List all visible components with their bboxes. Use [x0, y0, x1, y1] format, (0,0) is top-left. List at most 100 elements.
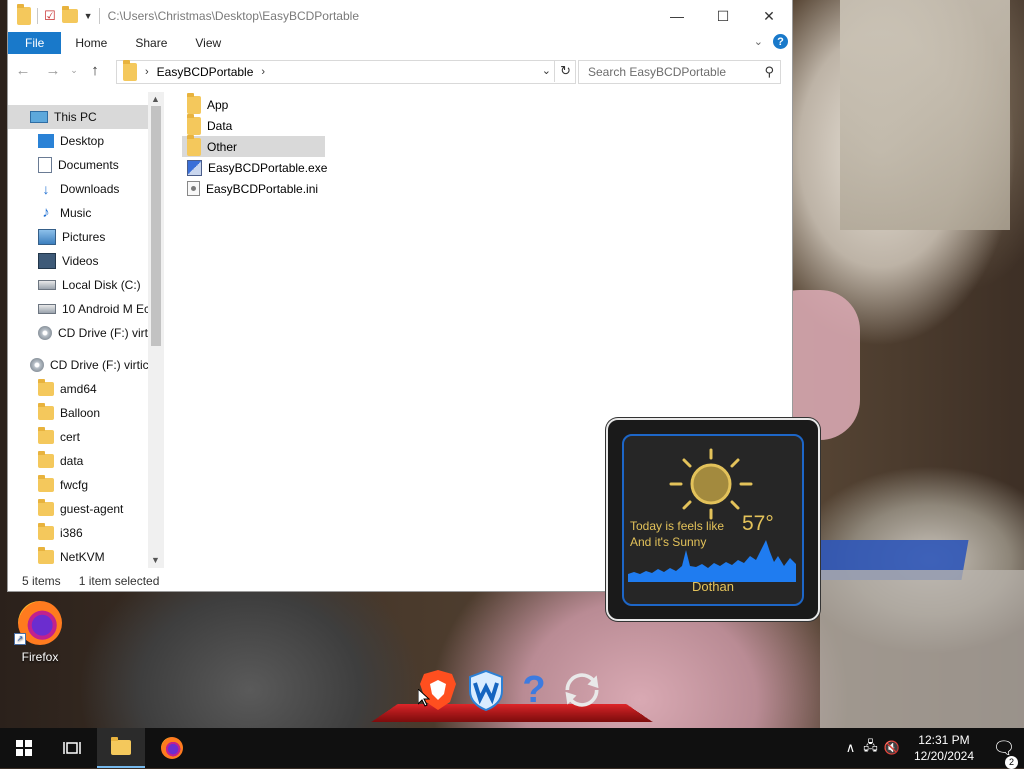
tab-share[interactable]: Share [121, 32, 181, 54]
up-icon[interactable]: ↑ [80, 62, 110, 79]
nav-item-pictures[interactable]: Pictures [8, 225, 148, 249]
nav-item-cd-drive-root[interactable]: CD Drive (F:) virtic [8, 353, 148, 377]
file-item-exe[interactable]: EasyBCDPortable.exe [182, 157, 327, 178]
refresh-icon[interactable]: ↻ [560, 63, 571, 79]
nav-item-folder[interactable]: cert [8, 425, 148, 449]
nav-item-music[interactable]: ♪ Music [8, 201, 148, 225]
search-input[interactable] [586, 64, 760, 80]
task-view-button[interactable] [48, 728, 96, 768]
properties-icon[interactable]: ☑ [44, 8, 56, 24]
breadcrumb-segment[interactable]: EasyBCDPortable [157, 65, 254, 79]
file-item-folder[interactable]: Data [182, 113, 325, 136]
ribbon-tabs: File Home Share View ⌄ ? [8, 32, 792, 54]
computer-icon [30, 111, 48, 123]
new-folder-icon[interactable] [61, 6, 78, 23]
help-icon[interactable]: ? [773, 34, 788, 49]
folder-icon [187, 134, 201, 156]
clock[interactable]: 12:31 PM 12/20/2024 [914, 732, 974, 764]
scroll-down-icon[interactable]: ▼ [151, 555, 160, 565]
nav-item-cd-drive[interactable]: CD Drive (F:) virt [8, 321, 148, 345]
pictures-icon [38, 229, 56, 245]
nav-item-documents[interactable]: Documents [8, 153, 148, 177]
tab-view[interactable]: View [181, 32, 235, 54]
weather-widget[interactable]: Today is feels like And it's Sunny 57° D… [606, 418, 820, 621]
folder-icon [38, 451, 54, 468]
folder-icon [38, 403, 54, 420]
nav-item-local-disk[interactable]: Local Disk (C:) [8, 273, 148, 297]
minimize-button[interactable]: — [654, 0, 700, 32]
nav-item-downloads[interactable]: ↓ Downloads [8, 177, 148, 201]
show-hidden-icons-icon[interactable]: ∧ [846, 740, 856, 756]
file-list: App Data Other EasyBCDPortable.exe EasyB… [182, 92, 327, 199]
search-box[interactable]: ⚲ [578, 60, 781, 84]
close-button[interactable]: ✕ [746, 0, 792, 32]
forward-icon[interactable]: → [38, 62, 68, 79]
file-explorer-icon [111, 736, 131, 755]
folder-icon [38, 499, 54, 516]
wise-care-icon[interactable] [464, 668, 508, 712]
folder-icon [187, 92, 201, 114]
nav-item-folder[interactable]: NetKVM [8, 545, 148, 568]
action-center-button[interactable]: 🗨 2 [984, 737, 1024, 769]
file-item-folder[interactable]: App [182, 92, 325, 115]
notification-icon: 🗨 [992, 737, 1016, 758]
network-icon[interactable]: 🖧 [863, 737, 878, 759]
sync-icon[interactable] [560, 668, 604, 712]
nav-item-folder[interactable]: fwcfg [8, 473, 148, 497]
wallpaper-shelf [840, 0, 1010, 230]
weather-temperature: 57° [742, 512, 774, 535]
recent-locations-icon[interactable]: ⌄ [68, 65, 80, 76]
downloads-icon: ↓ [42, 181, 50, 197]
drive-icon [38, 280, 56, 290]
expand-ribbon-icon[interactable]: ⌄ [754, 35, 763, 48]
chevron-right-icon[interactable]: › [261, 66, 265, 78]
tab-file[interactable]: File [8, 32, 62, 54]
nav-item-folder[interactable]: i386 [8, 521, 148, 545]
folder-icon [38, 475, 54, 492]
title-bar[interactable]: ☑ ▼ C:\Users\Christmas\Desktop\EasyBCDPo… [8, 0, 792, 32]
folder-icon [38, 427, 54, 444]
file-item-ini[interactable]: EasyBCDPortable.ini [182, 178, 325, 199]
chevron-down-icon[interactable]: ⌄ [542, 64, 551, 77]
system-tray: ∧ 🖧 🔇 12:31 PM 12/20/2024 🗨 2 [846, 728, 1024, 769]
folder-icon [17, 4, 31, 25]
address-bar[interactable]: › EasyBCDPortable › ⌄ ↻ [116, 60, 576, 84]
weather-city: Dothan [692, 579, 734, 594]
folder-icon [187, 113, 201, 135]
file-explorer-taskbar-button[interactable] [97, 728, 145, 768]
scroll-up-icon[interactable]: ▲ [151, 94, 160, 104]
scrollbar-thumb[interactable] [151, 106, 161, 346]
back-icon[interactable]: ← [8, 62, 38, 79]
nav-item-folder[interactable]: Balloon [8, 401, 148, 425]
start-button[interactable] [0, 728, 48, 768]
drive-icon [38, 304, 56, 314]
firefox-taskbar-button[interactable] [148, 728, 196, 768]
start-icon [16, 740, 32, 756]
nav-item-videos[interactable]: Videos [8, 249, 148, 273]
cd-drive-icon [38, 326, 52, 340]
nav-item-android-drive[interactable]: 10 Android M Ec [8, 297, 148, 321]
nav-item-this-pc[interactable]: This PC [8, 105, 148, 129]
weather-panel: Today is feels like And it's Sunny 57° D… [622, 434, 804, 606]
sun-icon [669, 448, 753, 520]
desktop-icon-firefox[interactable]: ↗ Firefox [12, 601, 68, 664]
help-icon[interactable]: ? [512, 668, 556, 712]
nav-item-folder[interactable]: guest-agent [8, 497, 148, 521]
window-controls: — ☐ ✕ [654, 0, 792, 32]
firefox-icon [161, 737, 183, 759]
nav-item-folder[interactable]: amd64 [8, 377, 148, 401]
file-item-folder-selected[interactable]: Other [182, 134, 325, 157]
chevron-right-icon[interactable]: › [145, 66, 149, 78]
item-count: 5 items [22, 574, 61, 588]
time: 12:31 PM [918, 733, 970, 747]
tab-home[interactable]: Home [61, 32, 121, 54]
nav-pane-scrollbar[interactable]: ▲ ▼ [148, 92, 164, 568]
folder-icon [123, 60, 137, 81]
maximize-button[interactable]: ☐ [700, 0, 746, 32]
customize-toolbar-icon[interactable]: ▼ [84, 11, 93, 21]
nav-item-desktop[interactable]: Desktop [8, 129, 148, 153]
nav-item-folder[interactable]: data [8, 449, 148, 473]
volume-icon[interactable]: 🔇 [884, 740, 900, 756]
taskbar: ∧ 🖧 🔇 12:31 PM 12/20/2024 🗨 2 [0, 728, 1024, 769]
wallpaper-table [820, 570, 1024, 730]
